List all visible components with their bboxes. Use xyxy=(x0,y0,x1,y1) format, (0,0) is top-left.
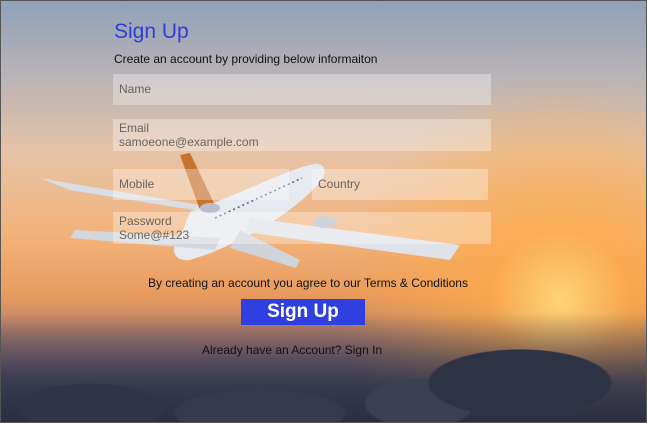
name-field[interactable]: Name xyxy=(113,74,491,105)
email-placeholder: samoeone@example.com xyxy=(119,135,259,149)
mobile-placeholder: Mobile xyxy=(119,177,155,191)
country-field[interactable]: Country xyxy=(312,169,488,200)
page-title: Sign Up xyxy=(114,20,189,43)
country-placeholder: Country xyxy=(318,177,361,191)
mobile-field[interactable]: Mobile xyxy=(113,169,289,200)
signup-button[interactable]: Sign Up xyxy=(241,299,365,325)
password-placeholder: Some@#123 xyxy=(119,228,190,242)
signin-link[interactable]: Already have an Account? Sign In xyxy=(202,343,382,357)
terms-text[interactable]: By creating an account you agree to our … xyxy=(148,276,468,290)
page-subtitle: Create an account by providing below inf… xyxy=(114,52,378,66)
email-label: Email xyxy=(119,121,150,135)
password-label: Password xyxy=(119,214,172,228)
cloud-layer xyxy=(0,313,647,423)
email-field[interactable]: Email samoeone@example.com xyxy=(113,119,491,151)
password-field[interactable]: Password Some@#123 xyxy=(113,212,491,244)
signup-page: Sign Up Create an account by providing b… xyxy=(0,0,647,423)
name-placeholder: Name xyxy=(119,82,152,96)
